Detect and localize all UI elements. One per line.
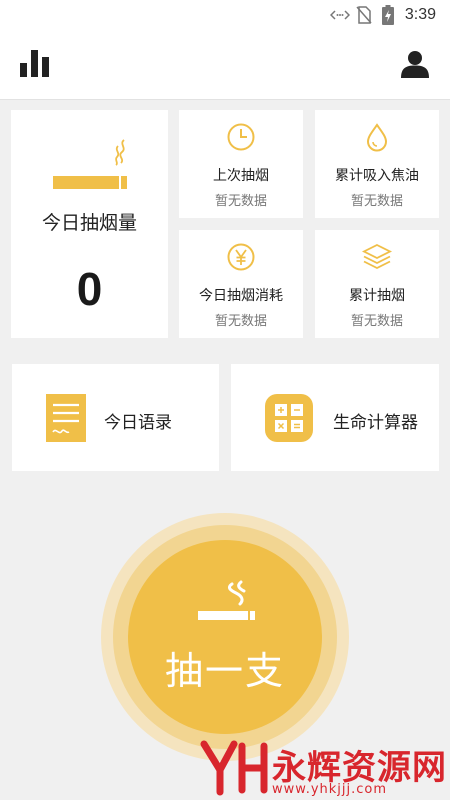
watermark-url: www.yhkjjj.com — [272, 782, 388, 797]
smoke-one-button[interactable]: 抽一支 — [128, 540, 322, 734]
app-header — [0, 30, 450, 100]
today-smoke-title: 今日抽烟量 — [41, 212, 137, 234]
note-icon — [46, 394, 86, 442]
today-smoke-count: 0 — [76, 263, 103, 315]
cigarette-icon — [198, 580, 255, 620]
smoke-one-label: 抽一支 — [164, 649, 285, 693]
stat-value: 暂无数据 — [214, 194, 267, 209]
stat-total-smoked: 累计抽烟 暂无数据 — [315, 230, 439, 338]
clock-icon — [227, 123, 255, 151]
battery-charging-icon — [382, 5, 394, 25]
stat-today-cost: 今日抽烟消耗 暂无数据 — [179, 230, 303, 338]
no-sim-icon — [356, 6, 372, 24]
daily-quote-button[interactable]: 今日语录 — [12, 364, 219, 471]
life-calculator-button[interactable]: 生命计算器 — [231, 364, 439, 471]
calculator-icon — [265, 394, 313, 442]
stat-title: 今日抽烟消耗 — [199, 288, 283, 304]
stat-last-smoke: 上次抽烟 暂无数据 — [179, 110, 303, 218]
cigarette-icon — [53, 139, 127, 189]
watermark-logo — [200, 740, 268, 796]
bar-chart-icon[interactable] — [20, 48, 50, 78]
data-sync-icon — [330, 10, 350, 20]
daily-quote-label: 今日语录 — [104, 413, 172, 433]
stat-total-tar: 累计吸入焦油 暂无数据 — [315, 110, 439, 218]
life-calculator-label: 生命计算器 — [333, 413, 418, 433]
layers-icon — [361, 243, 393, 270]
stat-title: 上次抽烟 — [213, 168, 269, 184]
stat-title: 累计抽烟 — [349, 288, 405, 304]
today-smoke-card: 今日抽烟量 0 — [11, 110, 168, 338]
status-bar: 3:39 — [0, 0, 450, 30]
stat-value: 暂无数据 — [350, 314, 403, 329]
stat-title: 累计吸入焦油 — [335, 168, 419, 184]
user-icon[interactable] — [401, 50, 429, 78]
stat-value: 暂无数据 — [214, 314, 267, 329]
status-time: 3:39 — [404, 6, 436, 23]
yen-icon — [227, 243, 255, 271]
stat-value: 暂无数据 — [350, 194, 403, 209]
drop-icon — [366, 123, 388, 152]
watermark: 永辉资源网 www.yhkjjj.com — [200, 738, 450, 798]
